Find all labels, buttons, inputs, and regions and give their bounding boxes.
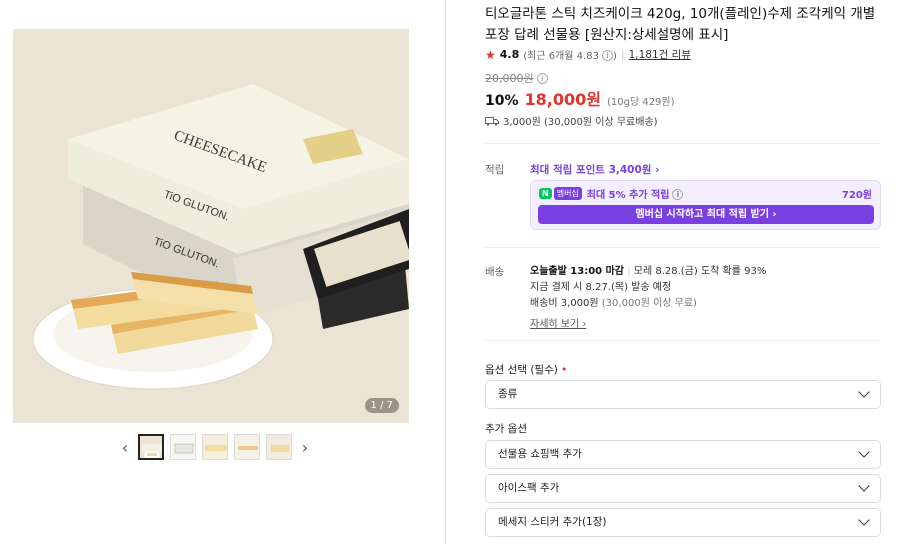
star-icon: ★ [485, 47, 496, 62]
discount-rate: 10% [485, 93, 519, 109]
divider: | [620, 48, 625, 61]
price-info-icon[interactable]: i [536, 73, 548, 84]
delivery-label: 배송 [485, 266, 505, 278]
review-count-link[interactable]: 1,181건 리뷰 [629, 47, 691, 62]
membership-info-icon[interactable]: i [672, 189, 684, 200]
price-row: 10% 18,000원 (10g당 429원) [485, 86, 675, 110]
membership-amount: 720원 [841, 190, 872, 201]
thumb-next-icon[interactable]: › [298, 436, 312, 458]
divider [485, 340, 881, 341]
chevron-down-icon [858, 386, 870, 398]
main-product-image[interactable]: CHEESECAKE TiO GLUTON. TiO GLUTON. 1 / 7 [13, 29, 409, 423]
extra-option-message-sticker[interactable]: 메세지 스티커 추가(1장) [485, 508, 881, 537]
today-ship: 오늘출발 13:00 마감 [530, 266, 624, 277]
chevron-down-icon [858, 514, 870, 526]
chevron-down-icon [858, 446, 870, 458]
thumbnail-strip: ‹ › [118, 434, 312, 460]
delivery-info: 오늘출발 13:00 마감 | 모레 8.28.(금) 도착 확률 93% 지금… [530, 266, 767, 309]
membership-start-button[interactable]: 멤버십 시작하고 최대 적립 받기 › [538, 205, 874, 224]
divider [485, 143, 881, 144]
extra-option-shopping-bag[interactable]: 선물용 쇼핑백 추가 [485, 440, 881, 469]
thumbnail-5[interactable] [266, 434, 292, 460]
original-price: 20,000원 i [485, 70, 548, 86]
extra-option-ice-pack[interactable]: 아이스팩 추가 [485, 474, 881, 503]
membership-badge: 멤버십 [553, 187, 582, 200]
delivery-detail-link[interactable]: 자세히 보기 › [530, 315, 586, 330]
npay-badge: N [539, 188, 552, 199]
membership-text: 최대 5% 추가 적립 i [587, 186, 684, 201]
unit-price: (10g당 429원) [606, 97, 675, 108]
shipping-fee: 배송비 3,000원 [530, 298, 599, 309]
type-select[interactable]: 종류 [485, 380, 881, 409]
divider [485, 247, 881, 248]
rating-recent: (최근 6개월 4.83 i) [523, 50, 617, 62]
payment-note: 지금 결제 시 8.27.(목) 발송 예정 [530, 282, 672, 293]
rating-score: 4.8 [499, 48, 520, 61]
thumbnail-3[interactable] [202, 434, 228, 460]
truck-icon [485, 116, 499, 126]
info-icon[interactable]: i [601, 50, 613, 61]
thumbnail-2[interactable] [170, 434, 196, 460]
required-option-title: 옵션 선택 (필수) • [485, 364, 568, 376]
shipping-fee-note: (30,000원 이상 무료) [601, 298, 697, 309]
points-label: 적립 [485, 164, 505, 176]
thumbnail-4[interactable] [234, 434, 260, 460]
image-counter: 1 / 7 [364, 398, 399, 413]
column-divider [445, 0, 446, 544]
membership-box: N 멤버십 최대 5% 추가 적립 i 720원 멤버십 시작하고 최대 적립 받… [530, 180, 881, 230]
arrival-info: 모레 8.28.(금) 도착 확률 93% [633, 266, 767, 277]
max-points-link[interactable]: 최대 적립 포인트 3,400원 › [530, 162, 659, 177]
sale-price: 18,000원 [524, 90, 601, 109]
rating-row: ★ 4.8 (최근 6개월 4.83 i) | 1,181건 리뷰 [485, 47, 691, 63]
thumbnail-1[interactable] [138, 434, 164, 460]
shipping-row: 3,000원 (30,000원 이상 무료배송) [485, 113, 658, 128]
shipping-text: 3,000원 (30,000원 이상 무료배송) [503, 117, 658, 128]
thumb-prev-icon[interactable]: ‹ [118, 436, 132, 458]
cheesecake-photo: CHEESECAKE TiO GLUTON. TiO GLUTON. [13, 29, 409, 423]
product-title: 티오글라톤 스틱 치즈케이크 420g, 10개(플레인)수제 조각케익 개별 … [485, 6, 876, 43]
chevron-down-icon [858, 480, 870, 492]
extra-option-title: 추가 옵션 [485, 423, 527, 435]
